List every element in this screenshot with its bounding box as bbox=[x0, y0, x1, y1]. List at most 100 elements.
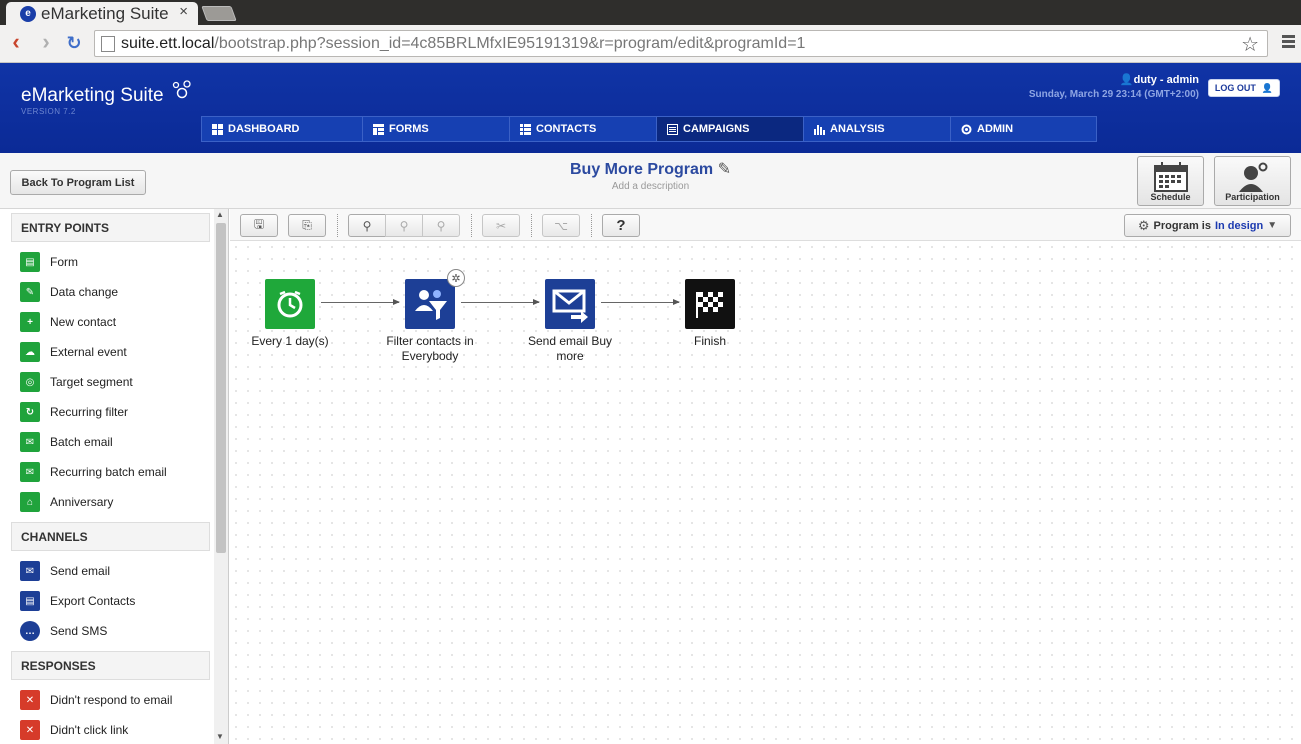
connector-button[interactable]: ⌥ bbox=[542, 214, 580, 237]
toolbar-divider bbox=[531, 214, 532, 237]
cut-button[interactable]: ✂ bbox=[482, 214, 520, 237]
program-description[interactable]: Add a description bbox=[0, 181, 1301, 192]
zoom-reset-button[interactable]: ⚲ bbox=[348, 214, 386, 237]
new-tab-button[interactable] bbox=[201, 6, 237, 21]
edit-pencil-icon[interactable]: ✎ bbox=[718, 161, 731, 178]
nav-contacts[interactable]: CONTACTS bbox=[509, 116, 656, 142]
node-label: Send email Buy more bbox=[527, 334, 613, 363]
workflow-node-recurring-trigger[interactable]: Every 1 day(s) bbox=[235, 279, 345, 349]
dashboard-icon bbox=[212, 123, 223, 135]
component-palette: ENTRY POINTS ▤ Form ✎ Data change + New con… bbox=[0, 209, 229, 744]
anniversary-cake-icon: ⌂ bbox=[20, 492, 40, 512]
palette-item-data-change[interactable]: ✎ Data change bbox=[0, 277, 228, 307]
external-event-icon: ☁ bbox=[20, 342, 40, 362]
logout-button[interactable]: LOG OUT 👤 bbox=[1208, 79, 1280, 97]
participation-button[interactable]: Participation bbox=[1214, 156, 1291, 206]
scissors-icon: ✂ bbox=[495, 218, 507, 233]
palette-item-didnt-respond[interactable]: ✕ Didn't respond to email bbox=[0, 685, 228, 715]
address-bar[interactable]: suite.ett.local /bootstrap.php?session_i… bbox=[94, 30, 1268, 57]
zoom-icon: ⚲ bbox=[362, 218, 372, 233]
analysis-icon bbox=[814, 124, 825, 135]
scroll-down-arrow-icon[interactable]: ▼ bbox=[216, 732, 224, 741]
filter-contacts-icon: ✲ bbox=[405, 269, 465, 329]
palette-item-recurring-filter[interactable]: ↻ Recurring filter bbox=[0, 397, 228, 427]
workflow-node-finish[interactable]: Finish bbox=[655, 279, 765, 349]
no-click-link-icon: ✕ bbox=[20, 720, 40, 740]
browser-menu-icon[interactable] bbox=[1282, 35, 1295, 50]
palette-item-send-sms[interactable]: … Send SMS bbox=[0, 616, 228, 646]
status-value: In design bbox=[1214, 219, 1264, 232]
palette-item-export-contacts[interactable]: ▤ Export Contacts bbox=[0, 586, 228, 616]
forward-arrow-icon[interactable]: › bbox=[36, 31, 56, 53]
browser-toolbar: ‹ › ↻ suite.ett.local /bootstrap.php?ses… bbox=[0, 25, 1301, 63]
reload-icon[interactable]: ↻ bbox=[64, 34, 84, 54]
palette-item-new-contact[interactable]: + New contact bbox=[0, 307, 228, 337]
app-logo[interactable]: eMarketing Suite bbox=[21, 85, 164, 107]
sidebar-scroll-thumb[interactable] bbox=[216, 223, 226, 553]
section-entry-points[interactable]: ENTRY POINTS bbox=[11, 213, 210, 242]
editor-toolbar: 🖫 ⎘ ⚲ ⚲ ⚲ ✂ ⌥ ? ⚙ Program is In design ▼ bbox=[230, 209, 1301, 241]
section-responses[interactable]: RESPONSES bbox=[11, 651, 210, 680]
palette-item-external-event[interactable]: ☁ External event bbox=[0, 337, 228, 367]
save-button[interactable]: 🖫 bbox=[240, 214, 278, 237]
palette-item-didnt-click[interactable]: ✕ Didn't click link bbox=[0, 715, 228, 744]
palette-item-send-email[interactable]: ✉ Send email bbox=[0, 556, 228, 586]
program-status-dropdown[interactable]: ⚙ Program is In design ▼ bbox=[1124, 214, 1291, 237]
close-tab-icon[interactable]: × bbox=[179, 3, 188, 20]
browser-tab[interactable]: e eMarketing Suite × bbox=[6, 2, 198, 25]
url-path: /bootstrap.php?session_id=4c85BRLMfxIE95… bbox=[214, 34, 806, 52]
program-title-text: Buy More Program bbox=[570, 161, 714, 178]
palette-item-form[interactable]: ▤ Form bbox=[0, 247, 228, 277]
target-segment-icon: ◎ bbox=[20, 372, 40, 392]
recurring-batch-email-icon: ✉ bbox=[20, 462, 40, 482]
schedule-label: Schedule bbox=[1150, 192, 1191, 202]
workflow-node-send-email[interactable]: Send email Buy more bbox=[515, 279, 625, 364]
nav-analysis[interactable]: ANALYSIS bbox=[803, 116, 950, 142]
schedule-button[interactable]: Schedule bbox=[1137, 156, 1204, 206]
nav-dashboard[interactable]: DASHBOARD bbox=[201, 116, 362, 142]
zoom-in-icon: ⚲ bbox=[399, 218, 409, 233]
nav-campaigns[interactable]: CAMPAIGNS bbox=[656, 116, 803, 142]
connector-icon: ⌥ bbox=[554, 218, 568, 233]
calendar-icon bbox=[1153, 162, 1188, 192]
section-channels[interactable]: CHANNELS bbox=[11, 522, 210, 551]
workflow-canvas[interactable]: Every 1 day(s) ✲ Filter contacts in Ever… bbox=[230, 241, 1301, 744]
zoom-in-button[interactable]: ⚲ bbox=[385, 214, 423, 237]
save-as-button[interactable]: ⎘ bbox=[288, 214, 326, 237]
version-label: VERSION 7.2 bbox=[21, 107, 76, 116]
form-icon: ▤ bbox=[20, 252, 40, 272]
palette-item-anniversary[interactable]: ⌂ Anniversary bbox=[0, 487, 228, 517]
finish-flag-icon bbox=[685, 279, 735, 329]
zoom-out-button[interactable]: ⚲ bbox=[422, 214, 460, 237]
zoom-out-icon: ⚲ bbox=[436, 218, 446, 233]
send-sms-icon: … bbox=[20, 621, 40, 641]
scroll-up-arrow-icon[interactable]: ▲ bbox=[216, 210, 224, 219]
palette-item-target-segment[interactable]: ◎ Target segment bbox=[0, 367, 228, 397]
program-title[interactable]: Buy More Program ✎ bbox=[0, 159, 1301, 179]
url-host: suite.ett.local bbox=[121, 34, 215, 52]
server-datetime: Sunday, March 29 23:14 (GMT+2:00) bbox=[1028, 89, 1199, 100]
logout-label: LOG OUT bbox=[1214, 83, 1256, 93]
nav-forms[interactable]: FORMS bbox=[362, 116, 509, 142]
node-label: Filter contacts in Everybody bbox=[386, 334, 474, 363]
status-gear-icon: ⚙ bbox=[1137, 217, 1150, 233]
palette-item-recurring-batch-email[interactable]: ✉ Recurring batch email bbox=[0, 457, 228, 487]
recurring-filter-icon: ↻ bbox=[20, 402, 40, 422]
participation-label: Participation bbox=[1225, 192, 1280, 202]
favicon-icon: e bbox=[20, 5, 36, 22]
user-name[interactable]: 👤duty - admin bbox=[1120, 73, 1199, 86]
help-button[interactable]: ? bbox=[602, 214, 640, 237]
status-prefix: Program is bbox=[1153, 219, 1211, 232]
contacts-icon bbox=[520, 123, 531, 135]
back-arrow-icon[interactable]: ‹ bbox=[6, 31, 26, 53]
palette-item-batch-email[interactable]: ✉ Batch email bbox=[0, 427, 228, 457]
bookmark-star-icon[interactable]: ☆ bbox=[1241, 32, 1259, 57]
workflow-node-filter[interactable]: ✲ Filter contacts in Everybody bbox=[375, 269, 485, 364]
admin-icon bbox=[961, 124, 972, 134]
export-contacts-icon: ▤ bbox=[20, 591, 40, 611]
data-change-icon: ✎ bbox=[20, 282, 40, 302]
node-settings-gear-icon[interactable]: ✲ bbox=[447, 269, 465, 287]
toolbar-divider bbox=[591, 214, 592, 237]
nav-admin[interactable]: ADMIN bbox=[950, 116, 1097, 142]
node-label: Finish bbox=[693, 334, 726, 348]
